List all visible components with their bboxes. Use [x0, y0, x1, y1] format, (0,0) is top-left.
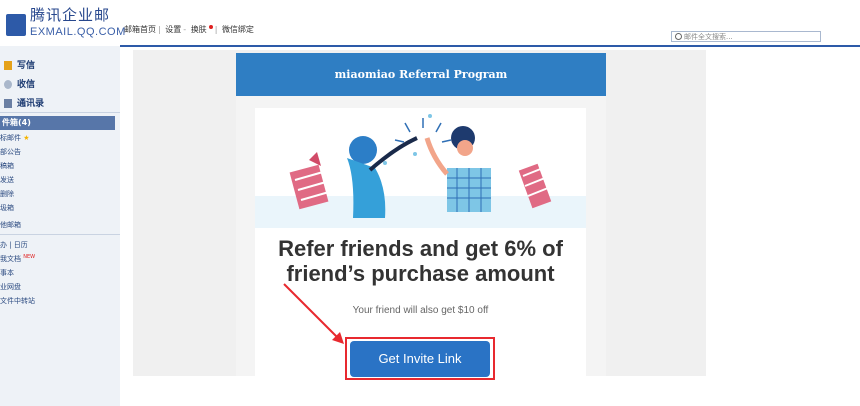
sidebar-item-starred[interactable]: 标邮件 ★ [0, 133, 30, 143]
compose-button[interactable]: 写信 [4, 58, 35, 71]
sidebar-item-inbox[interactable]: 件箱(4) [0, 116, 115, 130]
notification-dot-icon [208, 25, 213, 29]
new-badge: NEW [23, 254, 36, 260]
logo[interactable]: 腾讯企业邮 EXMAIL.QQ.COM [0, 4, 125, 40]
logo-text-en: EXMAIL.QQ.COM [30, 26, 126, 38]
star-icon: ★ [23, 134, 30, 142]
refresh-icon [4, 80, 12, 89]
link-wechat-bind[interactable]: 微信绑定 [222, 25, 254, 34]
starred-label: 标邮件 [0, 134, 21, 142]
sidebar-item-announcements[interactable]: 部公告 [0, 147, 21, 157]
sidebar-item-docs[interactable]: 我文档 NEW [0, 254, 35, 264]
link-settings[interactable]: 设置 [165, 25, 181, 34]
referral-headline: Refer friends and get 6% of friend’s pur… [255, 236, 586, 286]
sidebar-item-drafts[interactable]: 稿箱 [0, 161, 14, 171]
top-links: 邮箱首页 | 设置 - 换肤 | 微信绑定 [124, 25, 254, 34]
receive-label: 收信 [17, 80, 36, 90]
link-skin[interactable]: 换肤 [191, 25, 207, 34]
sidebar-item-netdisk[interactable]: 业网盘 [0, 282, 21, 292]
compose-label: 写信 [17, 61, 36, 71]
high-five-illustration [255, 114, 586, 228]
sidebar-item-transfer[interactable]: 文件中转站 [0, 296, 35, 306]
sidebar: 写信 收信 通讯录 件箱(4) 标邮件 ★ 部公告 稿箱 发送 删除 圾箱 他邮… [0, 46, 120, 406]
sidebar-item-deleted[interactable]: 删除 [0, 189, 14, 199]
top-bar: 腾讯企业邮 EXMAIL.QQ.COM 邮箱首页 | 设置 - 换肤 | 微信绑定 邮… [0, 0, 860, 46]
pencil-icon [4, 61, 12, 70]
logo-mark-icon [6, 14, 26, 36]
search-input[interactable]: 邮件全文搜索... [671, 31, 821, 42]
logo-text-cn: 腾讯企业邮 [30, 6, 111, 24]
email-header: miaomiao Referral Program [236, 53, 606, 96]
addressbook-icon [4, 99, 12, 108]
headline-line-1: Refer friends and get 6% of [278, 236, 563, 261]
contacts-button[interactable]: 通讯录 [4, 96, 44, 109]
sidebar-item-other-mailbox[interactable]: 他邮箱 [0, 220, 21, 230]
top-divider [120, 45, 860, 47]
search-placeholder: 邮件全文搜索... [684, 33, 733, 41]
sidebar-divider [0, 234, 120, 235]
docs-label: 我文档 [0, 255, 21, 263]
sidebar-item-spam[interactable]: 圾箱 [0, 203, 14, 213]
sidebar-item-sent[interactable]: 发送 [0, 175, 14, 185]
contacts-label: 通讯录 [17, 99, 45, 109]
annotation-arrow [283, 283, 344, 344]
get-invite-link-button[interactable]: Get Invite Link [350, 341, 490, 377]
sidebar-item-notes[interactable]: 事本 [0, 268, 14, 278]
sidebar-item-calendar[interactable]: 办 | 日历 [0, 240, 28, 250]
sidebar-divider [0, 112, 120, 113]
link-mail-home[interactable]: 邮箱首页 [124, 25, 156, 34]
search-icon [675, 32, 682, 40]
receive-button[interactable]: 收信 [4, 77, 35, 90]
